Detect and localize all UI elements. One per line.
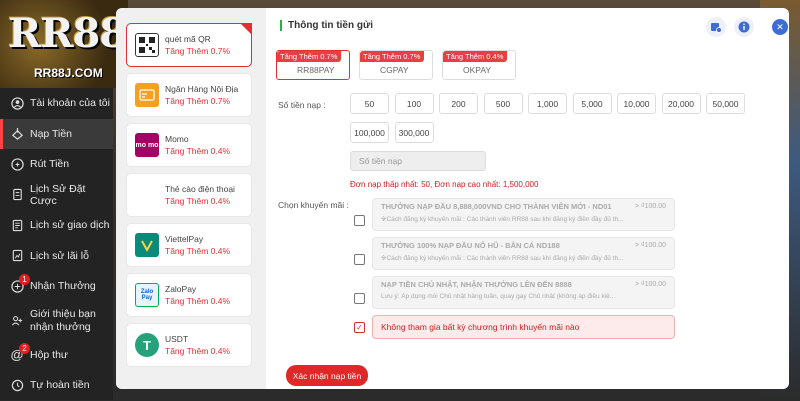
- bonus-tag: Tăng Thêm 0.7%: [277, 51, 342, 62]
- viettelpay-icon: [135, 233, 159, 257]
- promo-item-none: ✓ Không tham gia bất kỳ chương trình khu…: [354, 315, 684, 339]
- method-zalopay[interactable]: Zalo Pay ZaloPay Tăng Thêm 0.4%: [126, 273, 252, 317]
- method-viettelpay[interactable]: ViettelPay Tăng Thêm 0.4%: [126, 223, 252, 267]
- logo-text: RR88: [8, 10, 127, 57]
- amount-presets: 50 100 200 500 1,000 5,000 10,000 20,000…: [350, 93, 750, 143]
- sidebar-item-withdraw[interactable]: Rút Tiền: [0, 149, 113, 180]
- bank-icon: [135, 83, 159, 107]
- amount-preset-button[interactable]: 200: [439, 93, 478, 114]
- notification-badge: 2: [19, 342, 30, 354]
- promo-label: Chọn khuyến mãi :: [278, 200, 349, 210]
- no-promo-card[interactable]: Không tham gia bất kỳ chương trình khuyế…: [372, 315, 675, 339]
- bonus-tag: Tăng Thêm 0.4%: [443, 51, 508, 62]
- usdt-icon: T: [135, 333, 159, 357]
- logo-domain: RR88J.COM: [34, 66, 103, 80]
- amount-preset-button[interactable]: 500: [483, 93, 523, 114]
- amount-preset-button[interactable]: 20,000: [661, 93, 701, 114]
- deposit-modal: quét mã QR Tăng Thêm 0.7% Ngân Hàng Nội Đ…: [116, 8, 789, 389]
- promo-checkbox[interactable]: [354, 215, 365, 226]
- refund-icon: [10, 378, 24, 392]
- modal-actions: ✕: [706, 17, 788, 37]
- sidebar-item-transaction-history[interactable]: Lịch sử giao dịch: [0, 210, 113, 241]
- momo-icon: mo mo: [135, 133, 159, 157]
- user-icon: [10, 96, 24, 110]
- amount-preset-button[interactable]: 100,000: [350, 122, 389, 143]
- sidebar-item-profit-loss[interactable]: Lịch sử lãi lỗ: [0, 241, 113, 272]
- amount-preset-button[interactable]: 50: [350, 93, 389, 114]
- brand-logo[interactable]: RR88 RR88J.COM: [0, 0, 128, 88]
- selected-check-icon: [240, 23, 252, 35]
- promo-checkbox[interactable]: [354, 254, 365, 265]
- withdraw-icon: [10, 157, 24, 171]
- promo-card[interactable]: THƯỞNG NẠP ĐẦU 8,888,000VND CHO THÀNH VI…: [372, 198, 675, 231]
- promo-checkbox[interactable]: [354, 293, 365, 304]
- close-icon[interactable]: ✕: [772, 19, 788, 35]
- method-phone-card[interactable]: Thẻ cào điện thoại Tăng Thêm 0.4%: [126, 173, 252, 217]
- amount-preset-button[interactable]: 300,000: [394, 122, 434, 143]
- zalopay-icon: Zalo Pay: [135, 283, 159, 307]
- referral-icon: [10, 314, 24, 328]
- gateway-cgpay[interactable]: Tăng Thêm 0.7% CGPAY: [359, 50, 433, 80]
- notification-badge: 1: [19, 274, 30, 285]
- method-momo[interactable]: mo mo Momo Tăng Thêm 0.4%: [126, 123, 252, 167]
- amount-preset-button[interactable]: 5,000: [572, 93, 612, 114]
- bonus-tag: Tăng Thêm 0.7%: [360, 51, 425, 62]
- method-bank[interactable]: Ngân Hàng Nội Địa Tăng Thêm 0.7%: [126, 73, 252, 117]
- deposit-form: Thông tin tiền gửi ✕ Tăng Thêm 0.7% RR88…: [268, 8, 788, 389]
- bet-history-icon: [10, 188, 24, 202]
- sidebar-item-bet-history[interactable]: Lịch Sử Đặt Cược: [0, 180, 113, 211]
- deposit-limits: Đơn nạp thấp nhất: 50, Đơn nạp cao nhất:…: [350, 180, 539, 189]
- sidebar-nav: Tài khoản của tôi Nạp Tiền Rút Tiền Lịch…: [0, 88, 113, 401]
- amount-preset-button[interactable]: 1,000: [528, 93, 567, 114]
- sidebar-item-deposit[interactable]: Nạp Tiền: [0, 118, 113, 149]
- gateway-list: Tăng Thêm 0.7% RR88PAY Tăng Thêm 0.7% CG…: [276, 50, 516, 80]
- promo-card[interactable]: NẠP TIỀN CHỦ NHẬT, NHẬN THƯỞNG LÊN ĐẾN 8…: [372, 276, 675, 309]
- amount-input[interactable]: Số tiền nạp: [350, 151, 486, 171]
- form-title: Thông tin tiền gửi: [280, 20, 373, 31]
- sidebar-item-referral[interactable]: Giới thiệu bạn nhận thưởng: [0, 302, 113, 340]
- promo-item: THƯỞNG 100% NẠP ĐẦU NỔ HŨ - BẮN CÁ ND188…: [354, 237, 684, 270]
- sidebar-item-mailbox[interactable]: @ 2 Hộp thư: [0, 340, 113, 371]
- promo-item: NẠP TIỀN CHỦ NHẬT, NHẬN THƯỞNG LÊN ĐẾN 8…: [354, 276, 684, 309]
- profit-loss-icon: [10, 249, 24, 263]
- wallet-settings-icon[interactable]: [706, 17, 726, 37]
- promo-card[interactable]: THƯỞNG 100% NẠP ĐẦU NỔ HŨ - BẮN CÁ ND188…: [372, 237, 675, 270]
- promo-list: THƯỞNG NẠP ĐẦU 8,888,000VND CHO THÀNH VI…: [354, 198, 684, 345]
- gateway-okpay[interactable]: Tăng Thêm 0.4% OKPAY: [442, 50, 516, 80]
- method-qr[interactable]: quét mã QR Tăng Thêm 0.7%: [126, 23, 252, 67]
- promo-item: THƯỞNG NẠP ĐẦU 8,888,000VND CHO THÀNH VI…: [354, 198, 684, 231]
- confirm-deposit-button[interactable]: Xác nhận nạp tiền: [286, 365, 368, 386]
- qr-icon: [135, 33, 159, 57]
- gateway-rr88pay[interactable]: Tăng Thêm 0.7% RR88PAY: [276, 50, 350, 80]
- promo-checkbox-checked[interactable]: ✓: [354, 322, 365, 333]
- amount-preset-button[interactable]: 100: [394, 93, 434, 114]
- sidebar-item-rewards[interactable]: 1 Nhận Thưởng: [0, 271, 113, 302]
- amount-label: Số tiền nạp :: [278, 100, 326, 110]
- info-icon[interactable]: [734, 17, 754, 37]
- sidebar-item-auto-refund[interactable]: Tự hoàn tiền: [0, 370, 113, 401]
- method-usdt[interactable]: T USDT Tăng Thêm 0.4%: [126, 323, 252, 367]
- amount-preset-button[interactable]: 10,000: [617, 93, 656, 114]
- sidebar-item-account[interactable]: Tài khoản của tôi: [0, 88, 113, 119]
- transaction-history-icon: [10, 218, 24, 232]
- payment-method-list: quét mã QR Tăng Thêm 0.7% Ngân Hàng Nội Đ…: [116, 8, 266, 389]
- amount-preset-button[interactable]: 50,000: [706, 93, 745, 114]
- deposit-icon: [10, 127, 24, 141]
